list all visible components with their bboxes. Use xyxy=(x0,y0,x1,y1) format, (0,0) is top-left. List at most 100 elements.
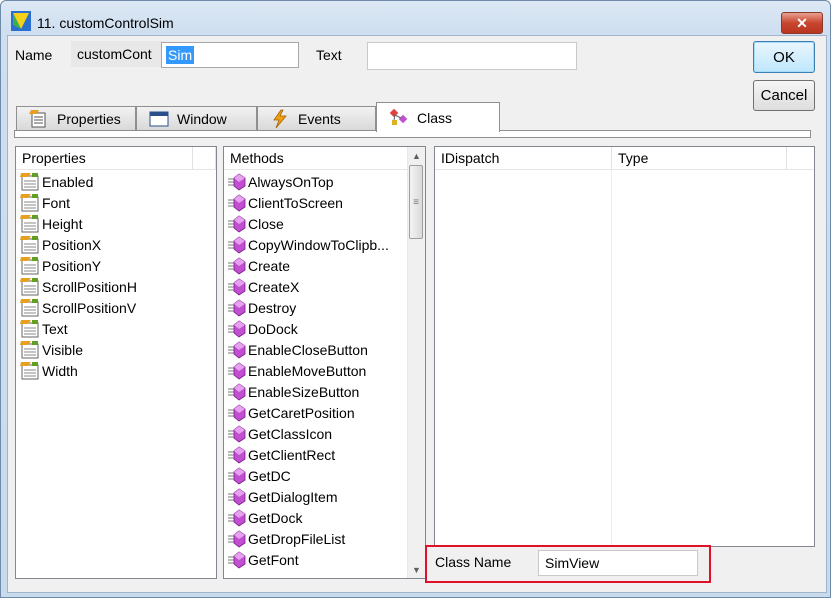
list-item-label: CopyWindowToClipb... xyxy=(248,236,389,253)
lightning-icon xyxy=(273,109,287,128)
list-item-label: Height xyxy=(42,215,83,232)
close-icon: ✕ xyxy=(796,14,808,31)
list-item[interactable]: ScrollPositionH xyxy=(20,276,137,297)
list-item-label: ScrollPositionV xyxy=(42,299,137,316)
text-input[interactable] xyxy=(367,42,577,70)
list-item-label: EnableMoveButton xyxy=(248,362,367,379)
method-icon xyxy=(228,299,246,316)
list-item[interactable]: CopyWindowToClipb... xyxy=(228,234,389,255)
properties-header[interactable]: Properties xyxy=(16,147,216,170)
property-icon xyxy=(20,214,39,232)
method-icon xyxy=(228,446,246,463)
property-icon xyxy=(20,340,39,358)
methods-column-header[interactable]: Methods xyxy=(224,147,409,169)
list-item[interactable]: Text xyxy=(20,318,68,339)
method-icon xyxy=(228,551,246,568)
scroll-thumb[interactable]: ≡ xyxy=(409,165,423,239)
column-divider xyxy=(611,169,612,546)
property-icon xyxy=(20,361,39,379)
list-item[interactable]: GetDC xyxy=(228,465,291,486)
list-item[interactable]: GetDock xyxy=(228,507,302,528)
list-item[interactable]: GetDropFileList xyxy=(228,528,345,549)
idispatch-column-header[interactable]: IDispatch xyxy=(435,147,612,169)
list-item[interactable]: Width xyxy=(20,360,78,381)
list-item-label: Enabled xyxy=(42,173,94,190)
list-item[interactable]: GetCaretPosition xyxy=(228,402,355,423)
list-item-label: CreateX xyxy=(248,278,300,295)
list-item[interactable]: Destroy xyxy=(228,297,296,318)
list-item[interactable]: EnableMoveButton xyxy=(228,360,366,381)
list-item[interactable]: Close xyxy=(228,213,284,234)
method-icon xyxy=(228,194,246,211)
dialog-window: 11. customControlSim ✕ Name customCont S… xyxy=(0,0,831,598)
list-item[interactable]: GetClientRect xyxy=(228,444,335,465)
name-prefix: customCont xyxy=(71,41,165,67)
method-icon xyxy=(228,509,246,526)
list-item-label: GetDock xyxy=(248,509,303,526)
list-item[interactable]: PositionY xyxy=(20,255,101,276)
tab-properties[interactable]: Properties xyxy=(16,106,136,130)
property-icon xyxy=(20,319,39,337)
list-item[interactable]: GetClassIcon xyxy=(228,423,332,444)
list-item[interactable]: Font xyxy=(20,192,70,213)
list-item-label: Font xyxy=(42,194,71,211)
list-item[interactable]: Visible xyxy=(20,339,83,360)
header-spacer xyxy=(193,147,216,169)
list-item[interactable]: PositionX xyxy=(20,234,101,255)
name-input[interactable]: Sim xyxy=(161,42,299,68)
list-item[interactable]: Create xyxy=(228,255,290,276)
ok-button[interactable]: OK xyxy=(753,41,815,73)
scroll-down-icon[interactable]: ▼ xyxy=(408,561,425,578)
list-item-label: DoDock xyxy=(248,320,298,337)
class-icon xyxy=(389,108,408,125)
tab-label: Events xyxy=(298,110,341,127)
list-item[interactable]: EnableCloseButton xyxy=(228,339,368,360)
list-item[interactable]: EnableSizeButton xyxy=(228,381,359,402)
list-item-label: GetClientRect xyxy=(248,446,336,463)
properties-list[interactable]: Properties Enabled Font Height PositionX Pos… xyxy=(15,146,217,579)
list-item-label: Width xyxy=(42,362,78,379)
properties-column-header[interactable]: Properties xyxy=(16,147,193,169)
dialog-client: Name customCont Sim Text OK Cancel Prope… xyxy=(7,35,827,593)
tab-window[interactable]: Window xyxy=(136,106,257,130)
interface-header[interactable]: IDispatch Type xyxy=(435,147,814,170)
class-name-input[interactable]: SimView xyxy=(538,550,698,576)
scroll-up-icon[interactable]: ▲ xyxy=(408,147,425,164)
method-icon xyxy=(228,383,246,400)
list-item-label: PositionX xyxy=(42,236,102,253)
property-icon xyxy=(20,277,39,295)
list-item[interactable]: ClientToScreen xyxy=(228,192,343,213)
methods-header[interactable]: Methods xyxy=(224,147,409,170)
type-column-header[interactable]: Type xyxy=(612,147,787,169)
methods-scrollbar[interactable]: ▲ ≡ ▼ xyxy=(407,147,425,578)
method-icon xyxy=(228,467,246,484)
list-item[interactable]: Enabled xyxy=(20,171,93,192)
method-icon xyxy=(228,425,246,442)
list-item[interactable]: DoDock xyxy=(228,318,298,339)
list-item[interactable]: ScrollPositionV xyxy=(20,297,136,318)
tab-events[interactable]: Events xyxy=(257,106,376,130)
cancel-button[interactable]: Cancel xyxy=(753,80,815,111)
list-item-label: Create xyxy=(248,257,291,274)
tab-class[interactable]: Class xyxy=(376,102,500,132)
list-item-label: GetDialogItem xyxy=(248,488,338,505)
method-icon xyxy=(228,320,246,337)
method-icon xyxy=(228,488,246,505)
list-item-label: GetClassIcon xyxy=(248,425,333,442)
list-item-label: Visible xyxy=(42,341,83,358)
method-icon xyxy=(228,341,246,358)
list-item[interactable]: GetFont xyxy=(228,549,299,570)
list-item[interactable]: Height xyxy=(20,213,82,234)
class-name-label: Class Name xyxy=(435,554,512,570)
methods-list[interactable]: Methods AlwaysOnTop ClientToScreen Close Co… xyxy=(223,146,426,579)
list-item[interactable]: GetDialogItem xyxy=(228,486,337,507)
interface-list[interactable]: IDispatch Type xyxy=(434,146,815,547)
list-item-label: EnableCloseButton xyxy=(248,341,368,358)
title-bar[interactable]: 11. customControlSim ✕ xyxy=(1,1,830,34)
property-icon xyxy=(20,172,39,190)
close-button[interactable]: ✕ xyxy=(781,12,823,34)
list-item[interactable]: CreateX xyxy=(228,276,299,297)
list-item-label: ClientToScreen xyxy=(248,194,343,211)
list-item[interactable]: AlwaysOnTop xyxy=(228,171,334,192)
window-icon xyxy=(149,111,169,126)
